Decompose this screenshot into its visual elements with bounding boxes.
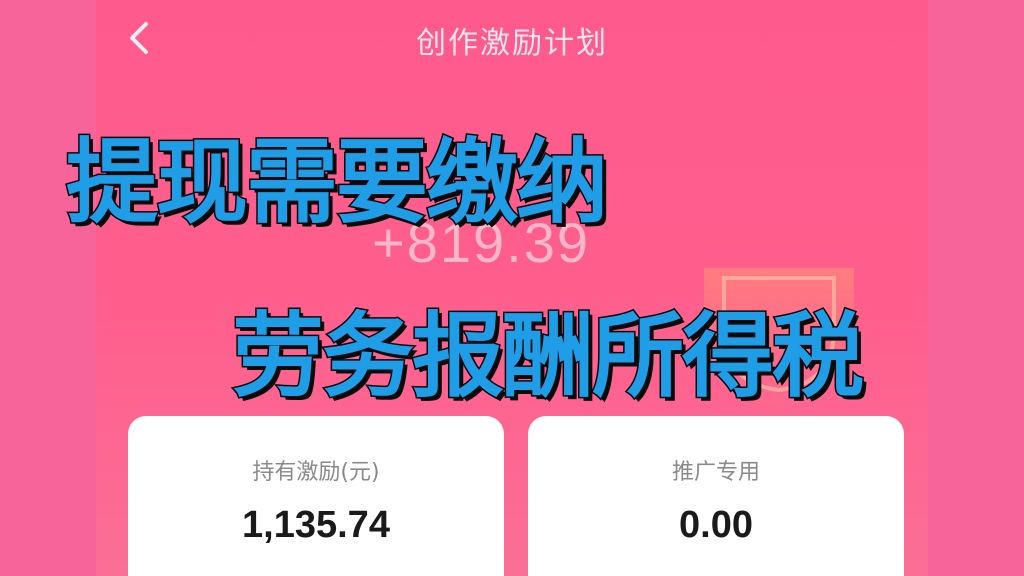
held-incentive-card[interactable]: 持有激励(元) 1,135.74 [128,416,504,576]
page-title: 创作激励计划 [416,26,608,61]
app-screen: 创作激励计划 +819.39 提现需要缴纳 劳务报酬所得税 持有激励(元) 1,… [0,0,1024,576]
promotion-fund-label: 推广专用 [671,460,760,485]
overlay-caption-line-1: 提现需要缴纳 [64,128,609,238]
held-incentive-label: 持有激励(元) [252,460,380,485]
promotion-fund-card[interactable]: 推广专用 0.00 [528,416,904,576]
right-margin [928,0,1024,576]
overlay-caption-line-2: 劳务报酬所得税 [230,302,865,412]
promotion-fund-value: 0.00 [679,504,753,546]
left-margin [0,0,96,576]
held-incentive-value: 1,135.74 [242,504,390,546]
